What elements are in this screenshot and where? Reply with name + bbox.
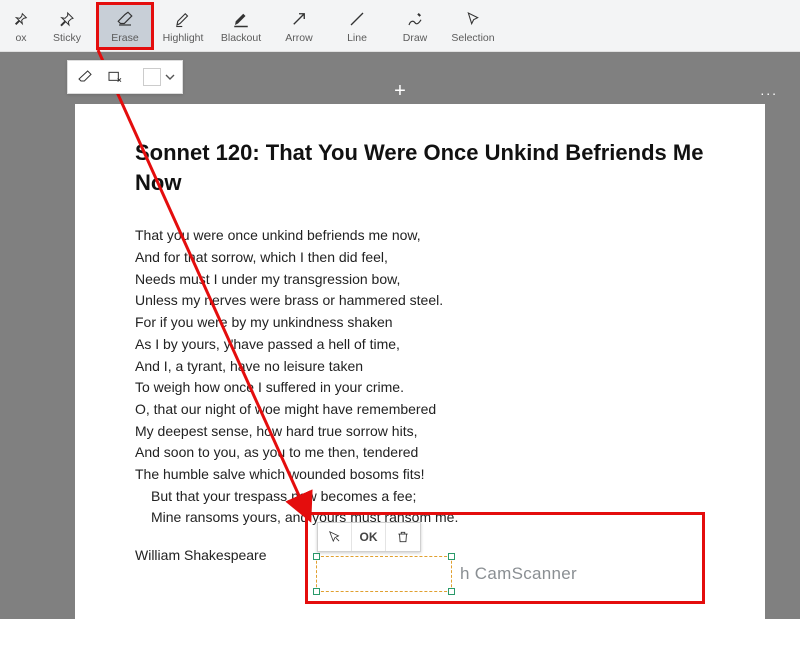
poem-line: Unless my nerves were brass or hammered … — [135, 290, 705, 312]
document-page: Sonnet 120: That You Were Once Unkind Be… — [75, 104, 765, 654]
tool-sticky[interactable]: Sticky — [38, 2, 96, 50]
tool-blackout[interactable]: Blackout — [212, 2, 270, 50]
poem-line: And I, a tyrant, have no leisure taken — [135, 356, 705, 378]
tool-draw[interactable]: Draw — [386, 2, 444, 50]
main-toolbar: ox Sticky Erase Highlight Blackout Arrow — [0, 0, 800, 52]
highlighter-icon — [174, 8, 192, 30]
poem-line: Needs must I under my transgression bow, — [135, 269, 705, 291]
pin-icon — [13, 8, 29, 30]
color-picker[interactable] — [139, 68, 179, 86]
more-menu[interactable]: ... — [760, 82, 778, 98]
tool-erase[interactable]: Erase — [96, 2, 154, 50]
tool-label: Blackout — [221, 32, 261, 44]
blackout-icon — [232, 8, 250, 30]
tool-label: Selection — [451, 32, 494, 44]
color-swatch — [143, 68, 161, 86]
tool-label: Draw — [403, 32, 428, 44]
line-icon — [348, 8, 366, 30]
draw-icon — [406, 8, 424, 30]
tool-label: Arrow — [285, 32, 312, 44]
rect-erase-icon[interactable] — [101, 64, 129, 90]
poem-line: My deepest sense, how hard true sorrow h… — [135, 421, 705, 443]
tool-label: Line — [347, 32, 367, 44]
pin-icon — [59, 8, 75, 30]
chevron-down-icon — [165, 72, 175, 82]
tool-label: Sticky — [53, 32, 81, 44]
tool-arrow[interactable]: Arrow — [270, 2, 328, 50]
tool-label: Erase — [111, 32, 138, 44]
add-tab-button[interactable]: + — [394, 80, 406, 103]
poem-line: But that your trespass now becomes a fee… — [135, 486, 705, 508]
erase-options-bar — [67, 60, 183, 94]
tool-box[interactable]: ox — [4, 2, 38, 50]
poem-line: O, that our night of woe might have reme… — [135, 399, 705, 421]
page-title: Sonnet 120: That You Were Once Unkind Be… — [135, 138, 705, 197]
poem-line: And for that sorrow, which I then did fe… — [135, 247, 705, 269]
tool-label: Highlight — [163, 32, 204, 44]
tool-line[interactable]: Line — [328, 2, 386, 50]
workspace: + ... Sonnet 120: That You Were Once Unk… — [0, 52, 800, 619]
annotation-erase-area — [305, 512, 705, 604]
poem-line: That you were once unkind befriends me n… — [135, 225, 705, 247]
eraser-mode-icon[interactable] — [71, 64, 99, 90]
tool-selection[interactable]: Selection — [444, 2, 502, 50]
cursor-icon — [465, 8, 481, 30]
poem-line: And soon to you, as you to me then, tend… — [135, 442, 705, 464]
tool-label: ox — [15, 32, 26, 44]
poem-line: As I by yours, y'have passed a hell of t… — [135, 334, 705, 356]
poem-line: The humble salve which wounded bosoms fi… — [135, 464, 705, 486]
poem-line: To weigh how once I suffered in your cri… — [135, 377, 705, 399]
tool-highlight[interactable]: Highlight — [154, 2, 212, 50]
arrow-icon — [290, 8, 308, 30]
eraser-icon — [115, 8, 135, 30]
poem-body: That you were once unkind befriends me n… — [135, 225, 705, 529]
poem-line: For if you were by my unkindness shaken — [135, 312, 705, 334]
